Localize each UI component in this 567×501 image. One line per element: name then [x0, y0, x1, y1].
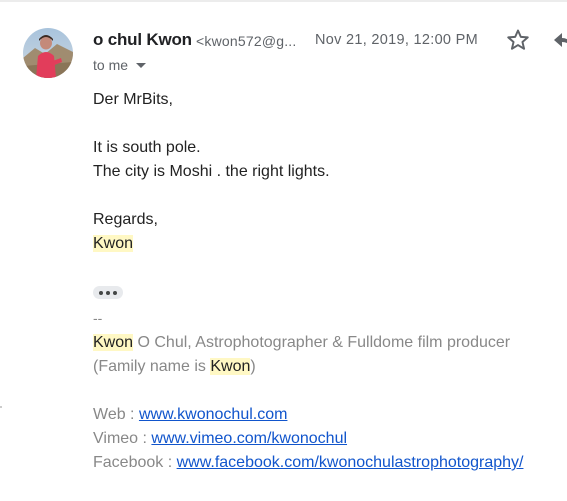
- search-highlight: Kwon: [93, 334, 134, 351]
- sender-email: <kwon572@g...: [196, 33, 297, 49]
- signature-family-name: (Family name is Kwon): [93, 358, 256, 376]
- signature-title-text: O Chul, Astrophotographer & Fulldome fil…: [133, 334, 511, 351]
- facebook-label: Facebook :: [93, 454, 177, 471]
- signature-separator: --: [93, 310, 103, 326]
- family-name-prefix: (Family name is: [93, 358, 211, 375]
- search-highlight: Kwon: [210, 358, 251, 375]
- recipient-label: to me: [93, 57, 129, 73]
- vimeo-label: Vimeo :: [93, 430, 152, 447]
- signature-title: Kwon O Chul, Astrophotographer & Fulldom…: [93, 334, 510, 352]
- star-button[interactable]: [505, 27, 531, 53]
- reply-icon: [554, 33, 567, 47]
- web-label: Web :: [93, 406, 139, 423]
- sender-name[interactable]: o chul Kwon: [93, 30, 192, 50]
- caret-down-icon: [136, 63, 147, 68]
- top-divider: [0, 0, 567, 2]
- email-body-line: It is south pole.: [93, 139, 201, 156]
- reply-button[interactable]: [553, 30, 567, 50]
- signature-facebook: Facebook : www.facebook.com/kwonochulast…: [93, 454, 523, 472]
- web-link[interactable]: www.kwonochul.com: [139, 406, 288, 423]
- sender-avatar[interactable]: [23, 28, 73, 78]
- recipient-toggle[interactable]: to me: [93, 57, 147, 73]
- edge-marker: [0, 406, 2, 408]
- show-trimmed-content-button[interactable]: [93, 286, 123, 299]
- facebook-link[interactable]: www.facebook.com/kwonochulastrophotograp…: [177, 454, 524, 471]
- email-body-line: The city is Moshi . the right lights.: [93, 163, 330, 180]
- signature-vimeo: Vimeo : www.vimeo.com/kwonochul: [93, 430, 347, 448]
- family-name-suffix: ): [250, 358, 256, 375]
- message-timestamp: Nov 21, 2019, 12:00 PM: [315, 32, 478, 48]
- email-closing: Regards,: [93, 211, 158, 228]
- vimeo-link[interactable]: www.vimeo.com/kwonochul: [151, 430, 347, 447]
- email-signoff: Kwon: [93, 235, 134, 253]
- email-greeting: Der MrBits,: [93, 91, 173, 108]
- star-outline-icon: [507, 29, 529, 50]
- email-message-view: o chul Kwon <kwon572@g... Nov 21, 2019, …: [0, 0, 567, 501]
- ellipsis-icon: [99, 290, 103, 295]
- signature-web: Web : www.kwonochul.com: [93, 406, 287, 424]
- search-highlight: Kwon: [93, 235, 134, 252]
